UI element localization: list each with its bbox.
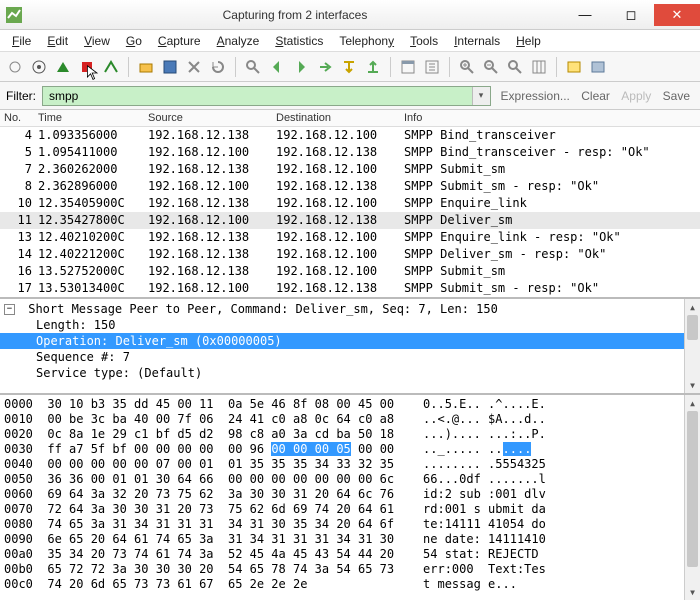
collapse-icon[interactable]: − [4,304,15,315]
autoscroll-icon[interactable] [421,56,443,78]
hex-row[interactable]: 0010 00 be 3c ba 40 00 7f 06 24 41 c0 a8… [4,412,546,427]
col-no[interactable]: No. [4,112,38,124]
scroll-down-icon[interactable]: ▼ [685,584,700,600]
scroll-down-icon[interactable]: ▼ [685,377,700,393]
packet-row[interactable]: 1412.40221200C192.168.12.138192.168.12.1… [0,246,700,263]
hex-scrollbar[interactable]: ▲ ▼ [684,395,700,600]
scroll-up-icon[interactable]: ▲ [685,299,700,315]
menu-analyze[interactable]: Analyze [209,32,268,50]
filter-dropdown-icon[interactable]: ▾ [472,87,490,105]
capture-filters-icon[interactable] [563,56,585,78]
restart-capture-icon[interactable] [100,56,122,78]
packet-row[interactable]: 1613.52752000C192.168.12.138192.168.12.1… [0,263,700,280]
hex-row[interactable]: 0030 ff a7 5f bf 00 00 00 00 00 96 00 00… [4,442,546,457]
menu-file[interactable]: File [4,32,39,50]
menu-internals[interactable]: Internals [446,32,508,50]
tree-item[interactable]: Length: 150 [0,317,700,333]
menu-edit[interactable]: Edit [39,32,76,50]
menu-capture[interactable]: Capture [150,32,209,50]
packet-row[interactable]: 41.093356000192.168.12.138192.168.12.100… [0,127,700,144]
reload-icon[interactable] [207,56,229,78]
hex-row[interactable]: 0070 72 64 3a 30 30 31 20 73 75 62 6d 69… [4,502,546,517]
col-destination[interactable]: Destination [276,112,404,124]
colorize-icon[interactable] [397,56,419,78]
hex-row[interactable]: 0000 30 10 b3 35 dd 45 00 11 0a 5e 46 8f… [4,397,546,412]
menu-help[interactable]: Help [508,32,549,50]
tree-item[interactable]: Sequence #: 7 [0,349,700,365]
packet-list: No. Time Source Destination Info 41.0933… [0,110,700,299]
save-icon[interactable] [159,56,181,78]
menu-telephony[interactable]: Telephony [331,32,402,50]
filter-label: Filter: [6,89,36,103]
hex-row[interactable]: 00c0 74 20 6d 65 73 73 61 67 65 2e 2e 2e… [4,577,546,592]
scroll-up-icon[interactable]: ▲ [685,395,700,411]
hex-row[interactable]: 0020 0c 8a 1e 29 c1 bf d5 d2 98 c8 a0 3a… [4,427,546,442]
hex-row[interactable]: 0090 6e 65 20 64 61 74 65 3a 31 34 31 31… [4,532,546,547]
details-scrollbar[interactable]: ▲ ▼ [684,299,700,393]
save-filter-button[interactable]: Save [659,89,694,103]
menubar: File Edit View Go Capture Analyze Statis… [0,30,700,52]
tree-item[interactable]: Service type: (Default) [0,365,700,381]
packet-row[interactable]: 82.362896000192.168.12.100192.168.12.138… [0,178,700,195]
details-pane: − Short Message Peer to Peer, Command: D… [0,299,700,395]
filter-input[interactable] [43,87,472,105]
packet-list-header: No. Time Source Destination Info [0,110,700,127]
packet-row[interactable]: 1012.35405900C192.168.12.138192.168.12.1… [0,195,700,212]
close-button[interactable]: ✕ [654,4,700,26]
interfaces-icon[interactable] [4,56,26,78]
apply-button[interactable]: Apply [617,89,655,103]
find-icon[interactable] [242,56,264,78]
col-source[interactable]: Source [148,112,276,124]
packet-row[interactable]: 1312.40210200C192.168.12.138192.168.12.1… [0,229,700,246]
forward-icon[interactable] [290,56,312,78]
window-title: Capturing from 2 interfaces [28,8,562,22]
hex-row[interactable]: 0050 36 36 00 01 01 30 64 66 00 00 00 00… [4,472,546,487]
resize-columns-icon[interactable] [528,56,550,78]
titlebar: Capturing from 2 interfaces — ◻ ✕ [0,0,700,30]
zoom-in-icon[interactable] [456,56,478,78]
tree-root[interactable]: − Short Message Peer to Peer, Command: D… [0,301,700,317]
toolbar [0,52,700,82]
maximize-button[interactable]: ◻ [608,4,654,26]
menu-go[interactable]: Go [118,32,150,50]
hex-row[interactable]: 00b0 65 72 72 3a 30 30 30 20 54 65 78 74… [4,562,546,577]
menu-tools[interactable]: Tools [402,32,446,50]
clear-button[interactable]: Clear [577,89,614,103]
goto-icon[interactable] [314,56,336,78]
minimize-button[interactable]: — [562,4,608,26]
packet-row[interactable]: 1112.35427800C192.168.12.100192.168.12.1… [0,212,700,229]
start-capture-icon[interactable] [52,56,74,78]
open-icon[interactable] [135,56,157,78]
col-info[interactable]: Info [404,112,696,124]
packet-row[interactable]: 51.095411000192.168.12.100192.168.12.138… [0,144,700,161]
hex-row[interactable]: 00a0 35 34 20 73 74 61 74 3a 52 45 4a 45… [4,547,546,562]
packet-row[interactable]: 72.360262000192.168.12.138192.168.12.100… [0,161,700,178]
menu-view[interactable]: View [76,32,118,50]
stop-capture-icon[interactable] [76,56,98,78]
display-filters-icon[interactable] [587,56,609,78]
goto-first-icon[interactable] [338,56,360,78]
hex-row[interactable]: 0040 00 00 00 00 00 07 00 01 01 35 35 35… [4,457,546,472]
zoom-out-icon[interactable] [480,56,502,78]
expression-button[interactable]: Expression... [497,89,574,103]
filter-bar: Filter: ▾ Expression... Clear Apply Save [0,82,700,110]
close-file-icon[interactable] [183,56,205,78]
app-icon [6,7,22,23]
col-time[interactable]: Time [38,112,148,124]
zoom-reset-icon[interactable] [504,56,526,78]
back-icon[interactable] [266,56,288,78]
tree-root-label: Short Message Peer to Peer, Command: Del… [28,302,498,316]
options-icon[interactable] [28,56,50,78]
packet-row[interactable]: 1713.53013400C192.168.12.100192.168.12.1… [0,280,700,297]
hex-pane: 0000 30 10 b3 35 dd 45 00 11 0a 5e 46 8f… [0,395,700,600]
menu-statistics[interactable]: Statistics [267,32,331,50]
hex-row[interactable]: 0080 74 65 3a 31 34 31 31 31 34 31 30 35… [4,517,546,532]
goto-last-icon[interactable] [362,56,384,78]
hex-row[interactable]: 0060 69 64 3a 32 20 73 75 62 3a 30 30 31… [4,487,546,502]
tree-item[interactable]: Operation: Deliver_sm (0x00000005) [0,333,700,349]
